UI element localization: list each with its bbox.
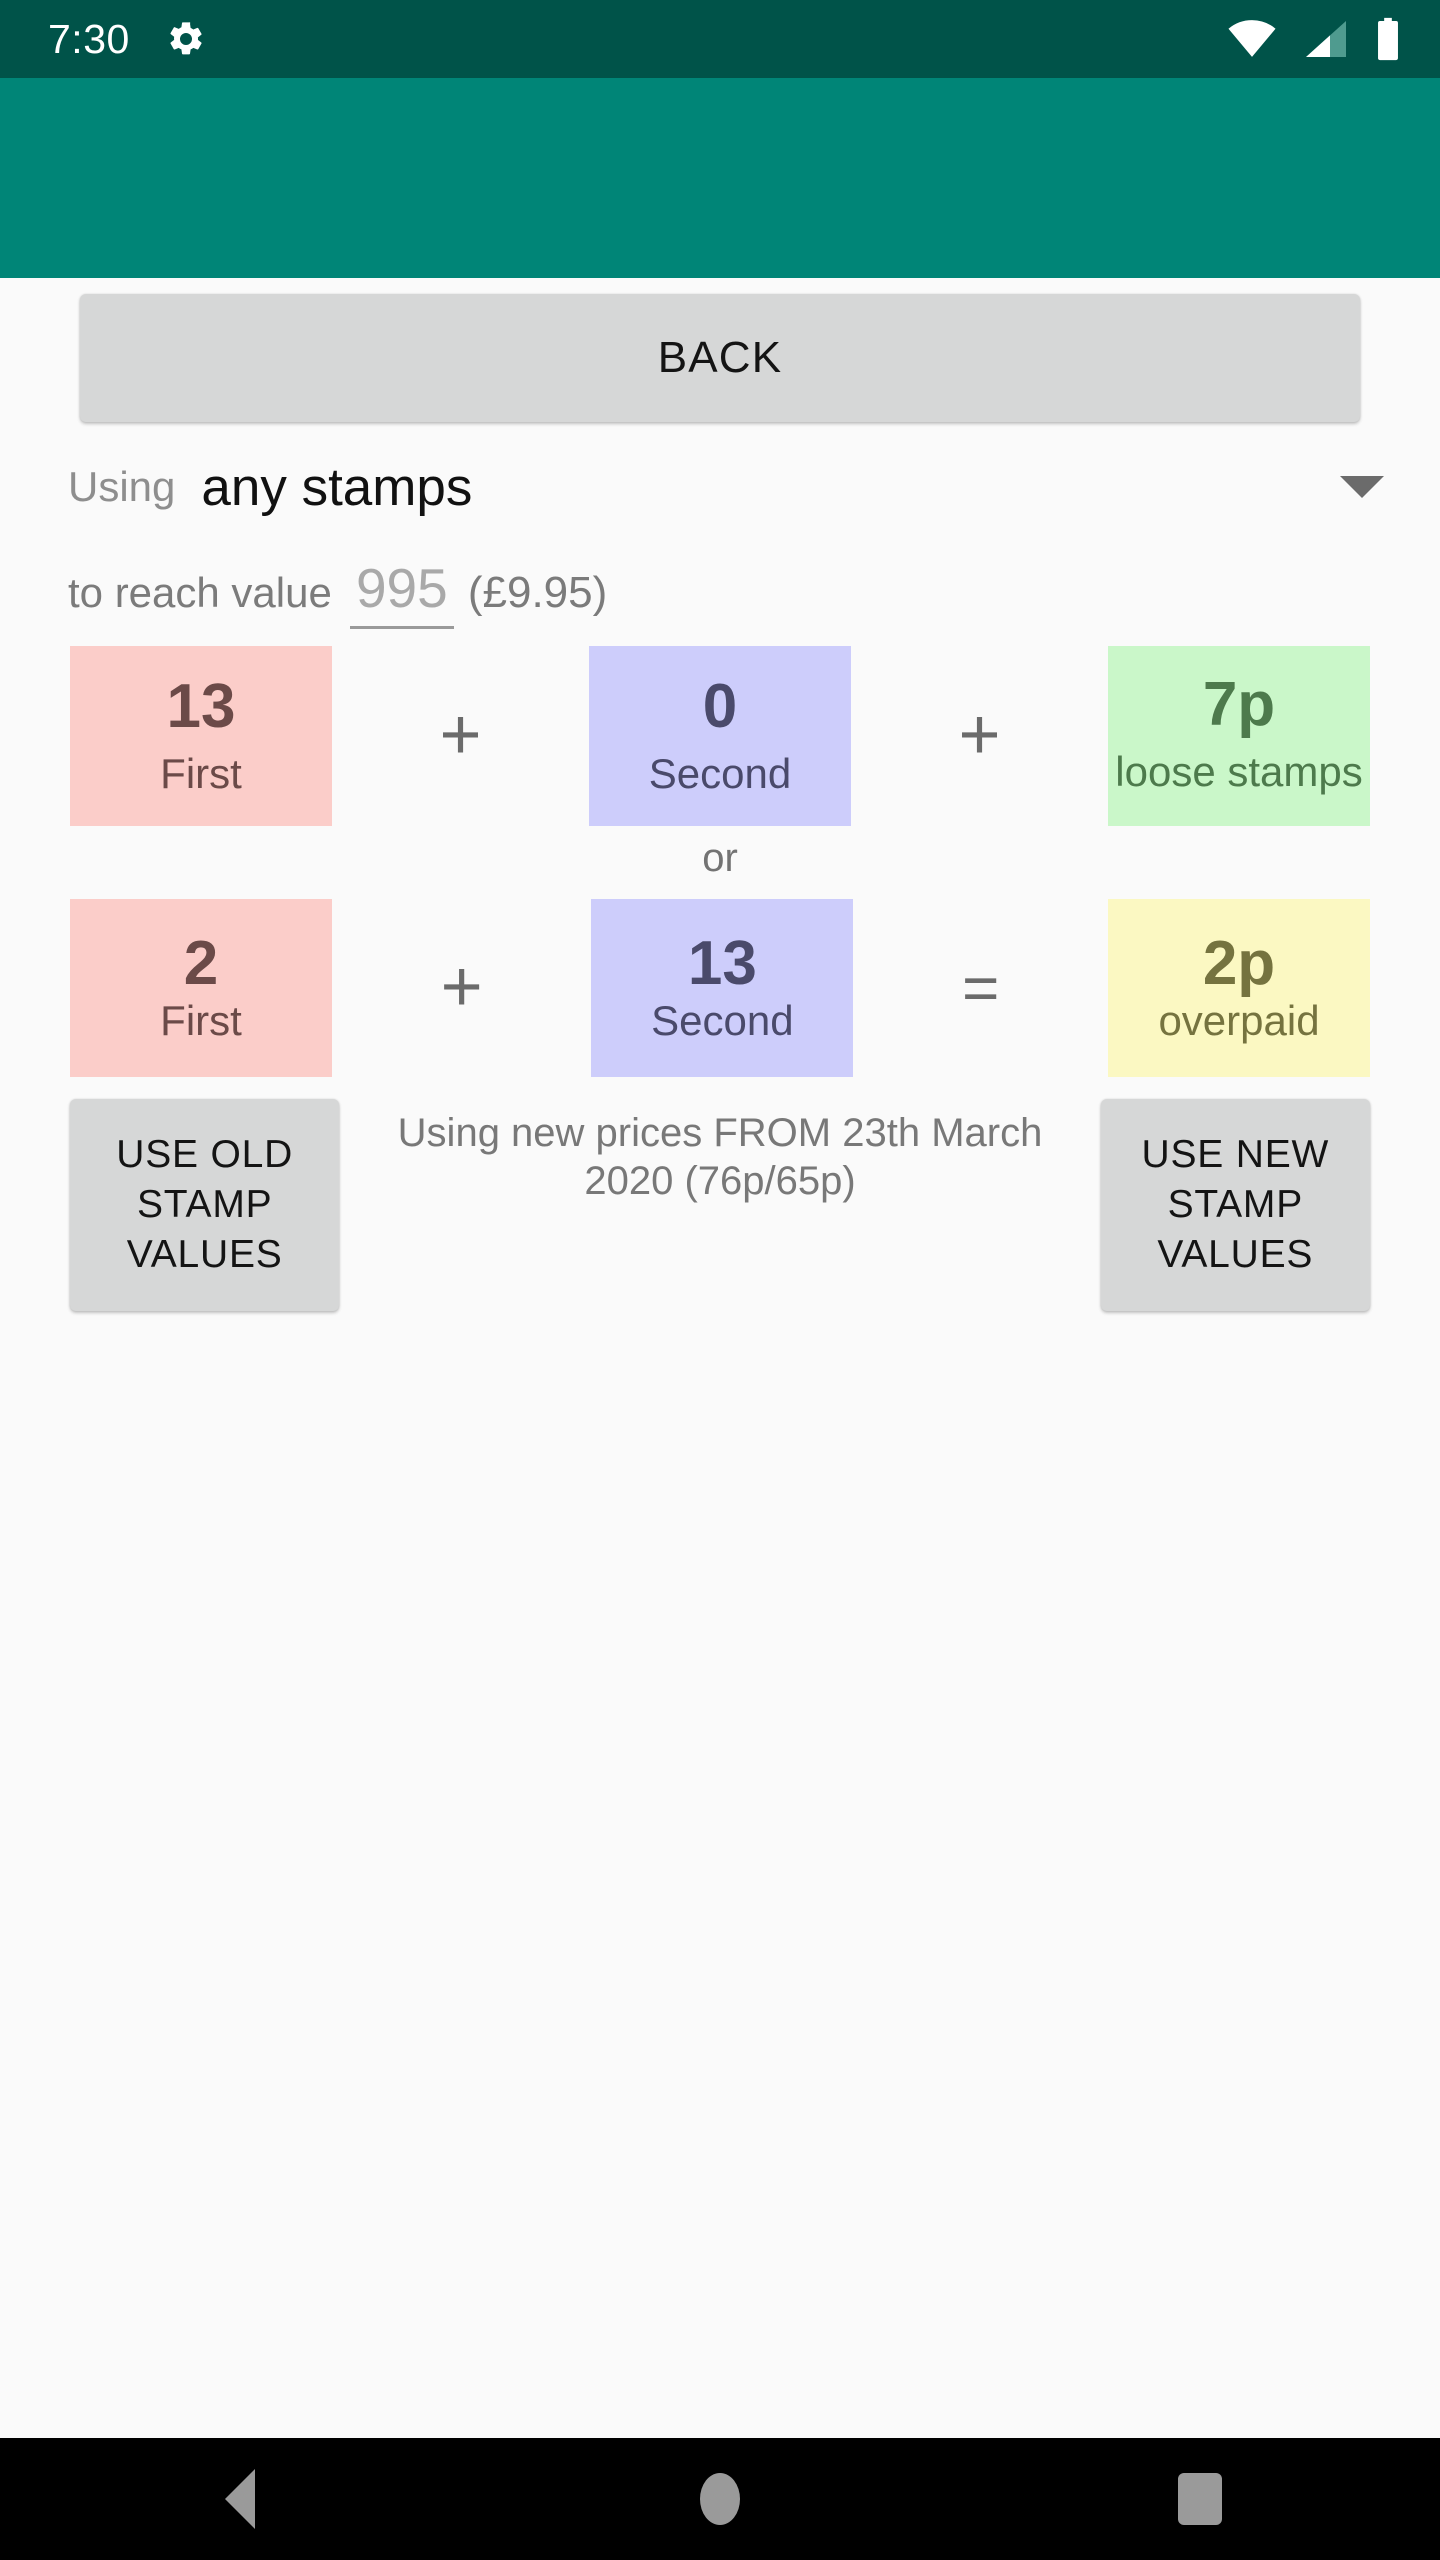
android-nav-bar [0, 2438, 1440, 2560]
stamp-card-label: First [160, 750, 242, 798]
nav-home-button[interactable] [630, 2438, 810, 2560]
back-button-label: BACK [657, 333, 783, 382]
stamp-card-label: Second [648, 750, 792, 798]
wifi-icon [1226, 18, 1278, 60]
stamp-card-cell: 2p overpaid [1108, 899, 1371, 1077]
use-old-stamp-values-label: USE OLD STAMP VALUES [116, 1133, 294, 1276]
stamp-card-value: 2p [1202, 928, 1276, 998]
stamp-card-label: overpaid [1158, 997, 1320, 1045]
reach-value-pounds: (£9.95) [467, 568, 608, 617]
battery-icon [1374, 16, 1402, 62]
stamp-card-cell: 0 Second [589, 646, 851, 826]
back-button[interactable]: BACK [80, 294, 1360, 422]
cell-signal-icon [1302, 18, 1350, 60]
app-bar [0, 78, 1440, 278]
reach-value-label: to reach value [68, 569, 332, 616]
nav-home-icon [700, 2473, 740, 2525]
stamp-card-cell: 7p loose stamps [1108, 646, 1370, 826]
stamp-values-row: USE OLD STAMP VALUES Using new prices FR… [0, 1099, 1440, 1311]
stamp-card-cell: 13 Second [591, 899, 854, 1077]
stamp-combination-row-2: 2 First + 13 Second = 2p overpaid [0, 899, 1440, 1077]
nav-recents-icon [1178, 2473, 1222, 2525]
chevron-down-icon[interactable] [1340, 476, 1384, 498]
app-screen: 7:30 BACK Using any stamps to reach valu… [0, 0, 1440, 2560]
or-separator: or [702, 836, 738, 880]
using-label: Using [68, 463, 176, 510]
nav-recents-button[interactable] [1110, 2438, 1290, 2560]
stamp-card-cell: 2 First [70, 899, 332, 1077]
stamp-card-overpaid-row2[interactable]: 2p overpaid [1108, 899, 1371, 1077]
stamp-card-first-row2[interactable]: 2 First [70, 899, 332, 1077]
using-selected-value: any stamps [201, 457, 473, 517]
main-content: BACK Using any stamps to reach value (£9… [0, 278, 1440, 1311]
status-bar-clock: 7:30 [48, 15, 130, 62]
gear-icon [166, 19, 206, 59]
reach-value-input[interactable] [349, 556, 454, 629]
operator-plus-1: + [439, 695, 482, 776]
nav-back-icon [225, 2469, 255, 2529]
use-new-stamp-values-label: USE NEW STAMP VALUES [1141, 1133, 1330, 1276]
operator-plus-3: + [440, 947, 483, 1028]
stamp-card-value: 7p [1202, 669, 1276, 739]
operator-plus-2: + [958, 695, 1001, 776]
stamp-combination-row-1: 13 First + 0 Second + 7p loose stamps [0, 646, 1440, 826]
stamp-card-value: 13 [687, 928, 757, 998]
status-bar-icons [1226, 16, 1402, 62]
stamp-card-value: 0 [702, 671, 738, 741]
stamp-card-cell: 13 First [70, 646, 332, 826]
stamp-card-second-row2[interactable]: 13 Second [591, 899, 854, 1077]
nav-back-button[interactable] [150, 2438, 330, 2560]
stamp-card-label: Second [651, 997, 794, 1045]
stamp-card-first-row1[interactable]: 13 First [70, 646, 332, 826]
operator-equals: = [961, 952, 1000, 1024]
use-new-stamp-values-button[interactable]: USE NEW STAMP VALUES [1100, 1099, 1371, 1311]
stamp-card-value: 13 [166, 671, 236, 741]
using-stamps-dropdown[interactable]: Using any stamps [0, 448, 1440, 526]
reach-value-row: to reach value (£9.95) [0, 556, 1440, 629]
stamp-card-label: loose stamps [1115, 748, 1363, 796]
prices-note: Using new prices FROM 23th March 2020 (7… [397, 1111, 1043, 1203]
use-old-stamp-values-button[interactable]: USE OLD STAMP VALUES [70, 1099, 340, 1311]
status-bar: 7:30 [0, 0, 1440, 78]
stamp-card-second-row1[interactable]: 0 Second [589, 646, 851, 826]
stamp-card-loose-row1[interactable]: 7p loose stamps [1108, 646, 1370, 826]
stamp-card-value: 2 [183, 928, 219, 998]
stamp-card-label: First [160, 997, 242, 1045]
